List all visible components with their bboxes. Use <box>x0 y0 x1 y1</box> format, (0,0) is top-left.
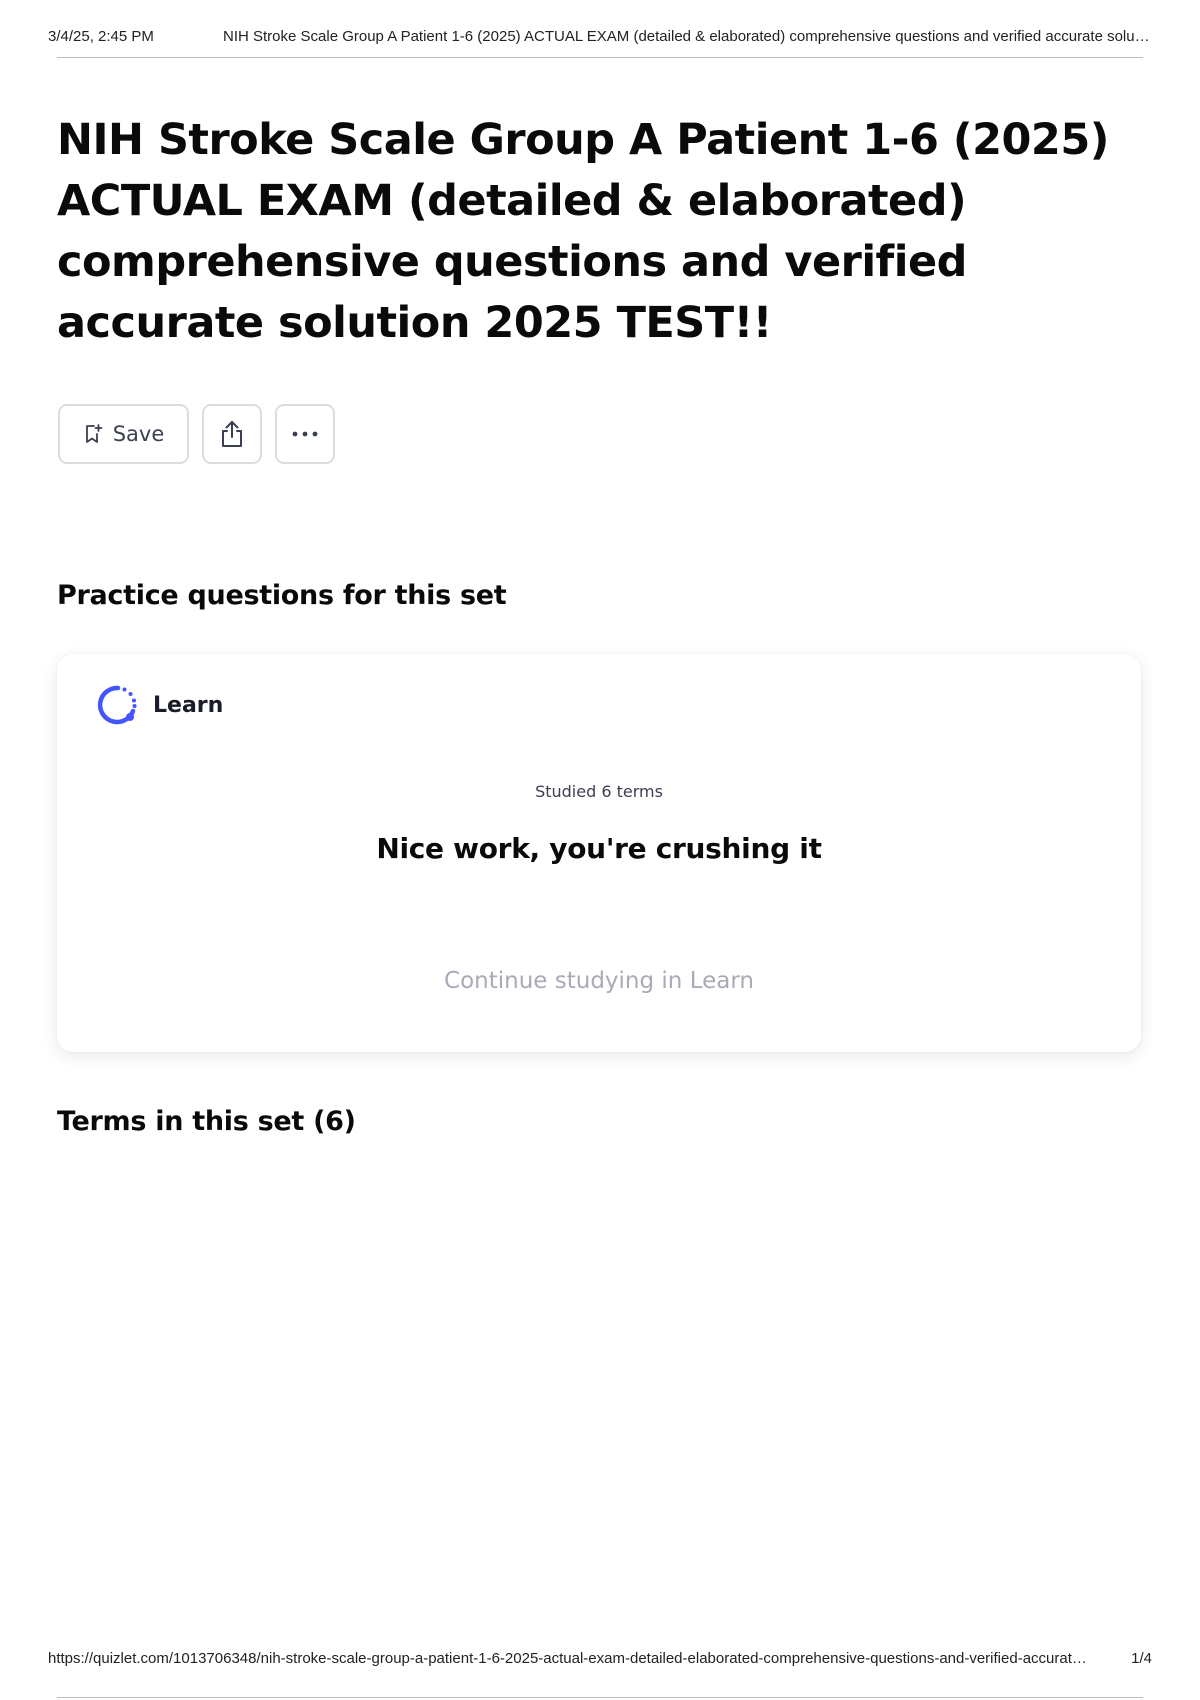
share-icon <box>218 419 246 449</box>
print-header: 3/4/25, 2:45 PM NIH Stroke Scale Group A… <box>48 28 1152 50</box>
practice-questions-heading: Practice questions for this set <box>57 580 507 611</box>
feedback-message: Nice work, you're crushing it <box>376 832 822 865</box>
more-options-button[interactable] <box>275 404 335 464</box>
page-title: NIH Stroke Scale Group A Patient 1-6 (20… <box>57 115 1109 348</box>
print-url: https://quizlet.com/1013706348/nih-strok… <box>48 1650 1092 1667</box>
learn-mode-header: Learn <box>97 684 223 726</box>
learn-progress-icon <box>97 684 139 726</box>
studied-count-text: Studied 6 terms <box>535 782 663 801</box>
learn-label: Learn <box>153 692 224 718</box>
bookmark-add-icon <box>83 423 103 445</box>
save-button[interactable]: Save <box>58 404 189 464</box>
continue-learn-link[interactable]: Continue studying in Learn <box>57 968 1141 994</box>
terms-heading: Terms in this set (6) <box>57 1106 356 1137</box>
action-bar: Save <box>58 404 335 464</box>
print-footer: https://quizlet.com/1013706348/nih-strok… <box>48 1650 1152 1670</box>
more-options-icon <box>290 430 320 438</box>
print-page-number: 1/4 <box>1131 1650 1152 1667</box>
header-divider <box>57 57 1143 58</box>
footer-divider <box>57 1697 1143 1698</box>
save-button-label: Save <box>112 422 165 446</box>
share-button[interactable] <box>202 404 262 464</box>
print-doc-title: NIH Stroke Scale Group A Patient 1-6 (20… <box>223 28 1152 45</box>
print-date: 3/4/25, 2:45 PM <box>48 28 154 45</box>
learn-card[interactable]: Learn Studied 6 terms Nice work, you're … <box>57 654 1141 1052</box>
